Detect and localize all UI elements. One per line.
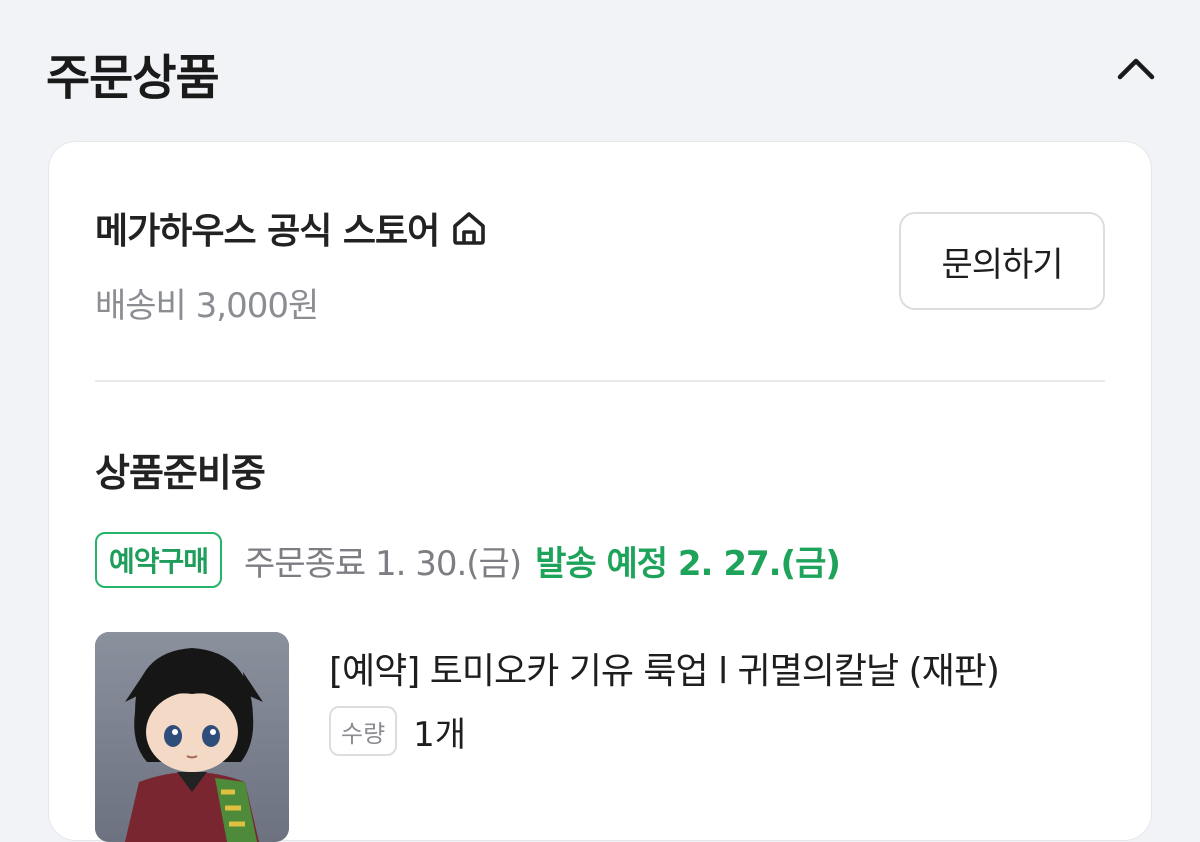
quantity-value: 1개	[413, 714, 467, 755]
order-card: 메가하우스 공식 스토어 배송비 3,000원 문의하기 상품준비중 예약구매 …	[48, 141, 1152, 842]
product-image[interactable]	[95, 632, 289, 842]
inquiry-button[interactable]: 문의하기	[899, 212, 1105, 310]
order-end-date: 주문종료 1. 30.(금)	[244, 543, 522, 584]
preorder-info: 예약구매 주문종료 1. 30.(금) 발송 예정 2. 27.(금)	[95, 532, 1105, 588]
store-row: 메가하우스 공식 스토어 배송비 3,000원 문의하기	[95, 202, 1105, 326]
store-name: 메가하우스 공식 스토어	[95, 211, 440, 252]
section-title: 주문상품	[46, 50, 220, 106]
quantity-row: 수량 1개	[329, 706, 466, 756]
store-link[interactable]: 메가하우스 공식 스토어	[95, 202, 489, 254]
product-name[interactable]: [예약] 토미오카 기유 룩업 l 귀멸의칼날 (재판)	[329, 642, 1000, 694]
preorder-badge: 예약구매	[95, 532, 223, 588]
home-icon	[453, 212, 486, 245]
divider	[95, 380, 1105, 382]
shipping-fee: 배송비 3,000원	[95, 286, 319, 326]
ship-date: 발송 예정 2. 27.(금)	[535, 543, 841, 584]
order-status: 상품준비중	[95, 451, 266, 495]
quantity-label: 수량	[329, 706, 398, 756]
chevron-up-icon	[1117, 58, 1155, 80]
order-items-header: 주문상품	[46, 34, 1158, 106]
figure-image	[95, 632, 289, 842]
collapse-button[interactable]	[1114, 46, 1158, 90]
